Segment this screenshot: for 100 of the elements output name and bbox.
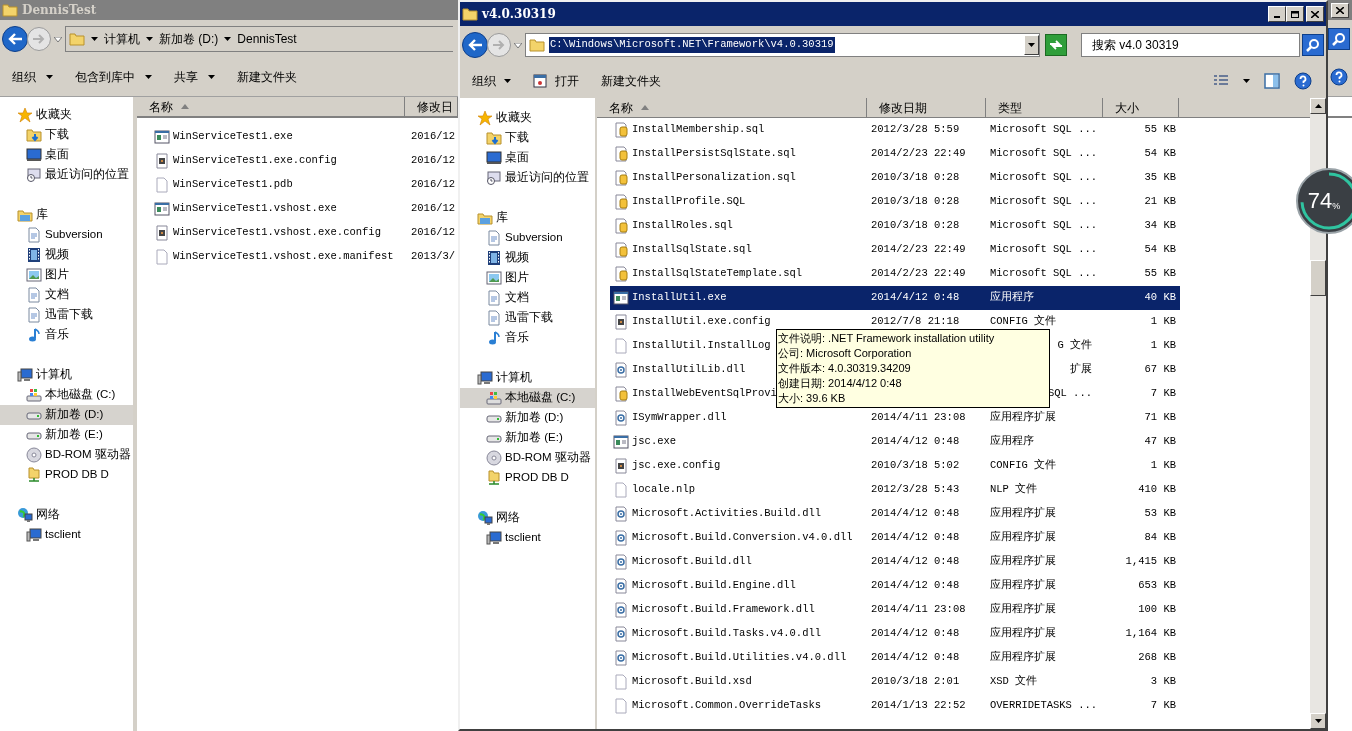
file-date: 2012/3/28 5:43 [871,483,960,496]
file-date: 2012/7/8 21:18 [871,315,960,328]
file-type: Microsoft SQL ... [990,146,1098,162]
file-type: 应用程序扩展 [990,602,1056,618]
file-size: 55 KB [1144,266,1176,282]
file-name: InstallSqlStateTemplate.sql [632,267,803,280]
file-type: Microsoft SQL ... [990,194,1098,210]
file-date: 2010/3/18 0:28 [871,195,960,208]
file-name: WinServiceTest1.exe [173,130,293,143]
file-name: Microsoft.Build.xsd [632,675,752,688]
file-type: Microsoft SQL ... [990,170,1098,186]
file-name: WinServiceTest1.vshost.exe [173,202,337,215]
file-type: CONFIG 文件 [990,314,1057,330]
file-size: 47 KB [1144,434,1176,450]
file-size: 1 KB [1150,338,1176,354]
file-name: InstallWebEventSqlProvi [632,387,777,400]
file-type: 应用程序扩展 [990,626,1056,642]
file-name: Microsoft.Build.Engine.dll [632,579,796,592]
file-date: 2016/12 [411,130,456,143]
tooltip-text: 文件说明: .NET Framework installation utility [778,331,996,346]
tooltip-text: 大小: 39.6 KB [778,391,847,406]
file-date: 2013/3/ [411,250,456,263]
file-date: 2014/4/12 0:48 [871,507,960,520]
file-name: WinServiceTest1.pdb [173,178,293,191]
file-type: 应用程序 [990,434,1034,450]
file-date: 2014/2/23 22:49 [871,147,966,160]
file-date: 2014/4/12 0:48 [871,579,960,592]
file-date: 2014/1/13 22:52 [871,699,966,712]
file-size: 40 KB [1144,290,1176,306]
file-date: 2016/12 [411,154,456,167]
file-size: 3 KB [1150,674,1176,690]
file-date: 2010/3/18 5:02 [871,459,960,472]
file-size: 7 KB [1150,698,1176,714]
file-date: 2014/4/11 23:08 [871,411,966,424]
file-type: Microsoft SQL ... [990,242,1098,258]
file-size: 268 KB [1138,650,1176,666]
file-type: OVERRIDETASKS ... [990,698,1098,714]
file-name: WinServiceTest1.vshost.exe.manifest [173,250,394,263]
file-type: Microsoft SQL ... [990,218,1098,234]
file-type: NLP 文件 [990,482,1038,498]
file-date: 2014/2/23 22:49 [871,243,966,256]
file-date: 2014/4/12 0:48 [871,291,960,304]
file-name: InstallUtil.exe.config [632,315,771,328]
file-date: 2014/4/12 0:48 [871,435,960,448]
file-name: locale.nlp [632,483,695,496]
file-size: 54 KB [1144,146,1176,162]
file-date: 2014/4/12 0:48 [871,531,960,544]
file-type: 应用程序扩展 [990,578,1056,594]
file-type: 扩展 [1070,362,1092,378]
file-type: Microsoft SQL ... [990,266,1098,282]
file-name: Microsoft.Build.Tasks.v4.0.dll [632,627,822,640]
file-date: 2016/12 [411,226,456,239]
file-size: 653 KB [1138,578,1176,594]
file-name: WinServiceTest1.exe.config [173,154,337,167]
file-name: InstallUtil.InstallLog [632,339,771,352]
file-size: 21 KB [1144,194,1176,210]
file-name: jsc.exe.config [632,459,721,472]
tooltip-text: 公司: Microsoft Corporation [778,346,913,361]
file-name: Microsoft.Activities.Build.dll [632,507,822,520]
file-date: 2016/12 [411,178,456,191]
file-name: InstallRoles.sql [632,219,733,232]
file-date: 2014/4/12 0:48 [871,627,960,640]
file-type: 应用程序扩展 [990,410,1056,426]
file-size: 71 KB [1144,410,1176,426]
file-size: 53 KB [1144,506,1176,522]
file-name: InstallUtilLib.dll [632,363,746,376]
file-name: InstallUtil.exe [632,291,727,304]
file-size: 100 KB [1138,602,1176,618]
file-name: InstallPersonalization.sql [632,171,796,184]
file-size: 1,415 KB [1125,554,1176,570]
file-name: Microsoft.Build.Utilities.v4.0.dll [632,651,847,664]
file-size: 1 KB [1150,458,1176,474]
file-size: 84 KB [1144,530,1176,546]
file-type: 应用程序扩展 [990,506,1056,522]
gauge-value: 74 [1307,190,1333,212]
file-name: InstallMembership.sql [632,123,765,136]
window-title: v4.0.30319 [482,6,556,23]
file-type: 应用程序扩展 [990,530,1056,546]
file-name: InstallPersistSqlState.sql [632,147,796,160]
file-name: WinServiceTest1.vshost.exe.config [173,226,381,239]
file-type: 应用程序扩展 [990,554,1056,570]
file-size: 67 KB [1144,362,1176,378]
file-type: CONFIG 文件 [990,458,1057,474]
file-size: 1,164 KB [1125,626,1176,642]
file-name: Microsoft.Build.dll [632,555,752,568]
file-type: 应用程序 [990,290,1034,306]
tooltip-text: 文件版本: 4.0.30319.34209 [778,361,912,376]
gauge-unit: % [1332,201,1341,212]
window-title: DennisTest [22,2,97,19]
tooltip-text: 创建日期: 2014/4/12 0:48 [778,376,903,391]
file-date: 2014/2/23 22:49 [871,267,966,280]
file-name: jsc.exe [632,435,677,448]
file-name: Microsoft.Common.OverrideTasks [632,699,822,712]
file-size: 54 KB [1144,242,1176,258]
file-name: ISymWrapper.dll [632,411,727,424]
file-name: Microsoft.Build.Conversion.v4.0.dll [632,531,853,544]
file-type: Microsoft SQL ... [990,122,1098,138]
file-size: 34 KB [1144,218,1176,234]
file-type: XSD 文件 [990,674,1038,690]
file-size: 55 KB [1144,122,1176,138]
